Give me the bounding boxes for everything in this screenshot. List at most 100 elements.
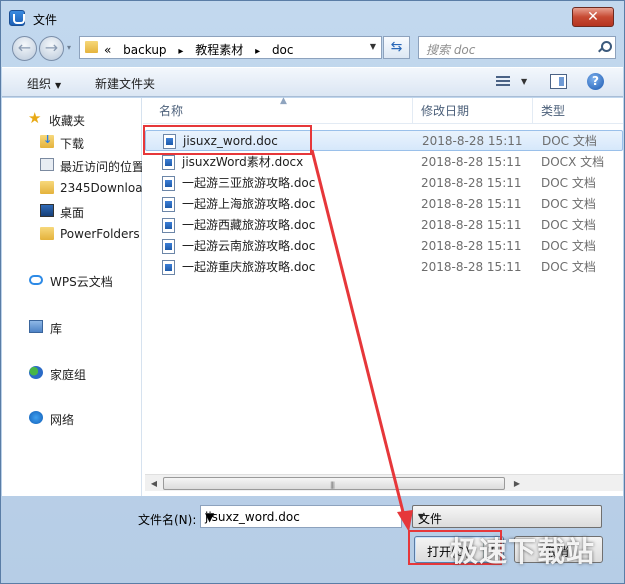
title-bar[interactable]: 文件 ✕ [1, 1, 624, 33]
word-doc-icon [162, 176, 175, 191]
breadcrumb: « backup ▸ 教程素材 ▸ doc [104, 41, 302, 58]
word-doc-icon [162, 239, 175, 254]
library-icon [29, 320, 43, 333]
folder-icon [40, 227, 54, 240]
new-folder-button[interactable]: 新建文件夹 [95, 75, 155, 92]
file-date: 2018-8-28 15:11 [421, 155, 522, 169]
file-name: jisuxzWord素材.docx [182, 155, 304, 169]
folder-icon [40, 181, 54, 194]
file-name: 一起游三亚旅游攻略.doc [182, 176, 316, 190]
filename-label: 文件名(N): [138, 513, 197, 527]
file-row[interactable]: 一起游上海旅游攻略.doc 2018-8-28 15:11 DOC 文档 [145, 194, 623, 215]
sidebar-item-label: PowerFolders [60, 227, 140, 241]
file-type: DOC 文档 [542, 134, 597, 148]
file-name: 一起游重庆旅游攻略.doc [182, 260, 316, 274]
file-row[interactable]: 一起游重庆旅游攻略.doc 2018-8-28 15:11 DOC 文档 [145, 257, 623, 278]
desktop-icon [40, 204, 54, 217]
filename-field[interactable]: jisuxz_word.doc ▼ [200, 505, 402, 528]
file-row[interactable]: 一起游西藏旅游攻略.doc 2018-8-28 15:11 DOC 文档 [145, 215, 623, 236]
file-type-filter[interactable]: 文件 ▼ [412, 505, 602, 528]
refresh-button[interactable]: ⇆ [383, 36, 410, 59]
chevron-down-icon: ▼ [55, 81, 62, 90]
address-history-dropdown[interactable]: ▼ [370, 42, 376, 51]
file-row[interactable]: 一起游云南旅游攻略.doc 2018-8-28 15:11 DOC 文档 [145, 236, 623, 257]
word-doc-icon [162, 155, 175, 170]
file-row[interactable]: 一起游三亚旅游攻略.doc 2018-8-28 15:11 DOC 文档 [145, 173, 623, 194]
highlight-selected-file [143, 125, 312, 155]
horizontal-scrollbar[interactable]: ◀ ||| ▶ [145, 474, 623, 491]
sidebar-item-desktop[interactable]: 桌面 [2, 200, 142, 222]
search-input[interactable]: 搜索 doc [426, 41, 475, 58]
window-title: 文件 [33, 13, 58, 27]
sidebar-item-label: 家庭组 [50, 368, 87, 382]
close-button[interactable]: ✕ [572, 7, 614, 27]
search-box[interactable]: 搜索 doc [418, 36, 616, 59]
view-options-icon[interactable] [496, 75, 512, 89]
word-doc-icon [162, 260, 175, 275]
help-icon[interactable]: ? [587, 73, 604, 90]
grip-icon: ||| [330, 481, 335, 489]
forward-button[interactable]: → [39, 36, 64, 61]
file-date: 2018-8-28 15:11 [421, 197, 522, 211]
cloud-icon [29, 275, 43, 285]
file-name: 一起游云南旅游攻略.doc [182, 239, 316, 253]
watermark: 极速下载站 [450, 535, 596, 568]
file-type: DOC 文档 [541, 197, 596, 211]
sidebar-item-favorites[interactable]: ★ 收藏夹 [2, 108, 142, 130]
sidebar-item-label: 2345Downloads [60, 181, 142, 195]
organize-label: 组织 [27, 77, 52, 91]
star-icon: ★ [28, 109, 42, 127]
sidebar-item-powerfolders[interactable]: PowerFolders [2, 223, 142, 245]
wps-app-icon [9, 10, 25, 26]
address-bar[interactable]: « backup ▸ 教程素材 ▸ doc ▼ [79, 36, 382, 59]
chevron-down-icon[interactable]: ▼ [205, 510, 395, 524]
sidebar-item-label: 网络 [50, 413, 75, 427]
breadcrumb-separator[interactable]: ▸ [178, 46, 183, 57]
organize-button[interactable]: 组织 ▼ [27, 75, 61, 92]
breadcrumb-separator[interactable]: ▸ [255, 46, 260, 57]
command-bar: 组织 ▼ 新建文件夹 ▼ ? [2, 67, 623, 97]
column-header: 名称 ▲ 修改日期 类型 [143, 96, 623, 124]
scrollbar-thumb[interactable]: ||| [163, 477, 505, 490]
file-date: 2018-8-28 15:11 [422, 134, 523, 148]
recent-places-icon [40, 158, 54, 171]
sidebar-item-library[interactable]: 库 [2, 316, 142, 338]
sidebar-item-2345downloads[interactable]: 2345Downloads [2, 177, 142, 199]
view-dropdown[interactable]: ▼ [521, 77, 527, 86]
sidebar-item-label: 桌面 [60, 206, 85, 220]
file-date: 2018-8-28 15:11 [421, 176, 522, 190]
sidebar-item-recent-places[interactable]: 最近访问的位置 [2, 154, 142, 176]
network-icon [29, 411, 43, 424]
sidebar-item-label: 下载 [60, 137, 85, 151]
column-type[interactable]: 类型 [533, 98, 623, 124]
breadcrumb-overflow[interactable]: « [104, 43, 111, 57]
sidebar-item-label: 库 [50, 322, 63, 336]
sidebar-item-label: WPS云文档 [50, 275, 113, 289]
breadcrumb-backup[interactable]: backup [123, 43, 166, 57]
file-name: 一起游西藏旅游攻略.doc [182, 218, 316, 232]
folder-icon [85, 41, 98, 53]
sidebar-item-wps-cloud[interactable]: WPS云文档 [2, 269, 142, 291]
scroll-right-icon[interactable]: ▶ [510, 477, 524, 490]
sidebar-item-homegroup[interactable]: 家庭组 [2, 362, 142, 384]
sidebar-item-label: 最近访问的位置 [60, 160, 142, 174]
navigation-pane: ★ 收藏夹 下载 最近访问的位置 2345Downloads 桌面 Pow [2, 98, 142, 496]
breadcrumb-doc[interactable]: doc [272, 43, 294, 57]
preview-pane-icon[interactable] [550, 74, 567, 89]
breadcrumb-tutorial-materials[interactable]: 教程素材 [195, 43, 243, 57]
file-name: 一起游上海旅游攻略.doc [182, 197, 316, 211]
scroll-left-icon[interactable]: ◀ [147, 477, 161, 490]
file-type: DOC 文档 [541, 260, 596, 274]
homegroup-icon [29, 366, 43, 379]
open-file-dialog: 文件 ✕ ← → ▾ « backup ▸ 教程素材 ▸ doc ▼ ⇆ 搜索 … [0, 0, 625, 584]
column-modified[interactable]: 修改日期 [413, 98, 533, 124]
recent-pages-dropdown[interactable]: ▾ [67, 43, 71, 52]
sidebar-item-network[interactable]: 网络 [2, 407, 142, 429]
file-row[interactable]: jisuxzWord素材.docx 2018-8-28 15:11 DOCX 文… [145, 152, 623, 173]
back-button[interactable]: ← [12, 36, 37, 61]
search-icon[interactable] [598, 41, 612, 53]
chevron-down-icon: ▼ [418, 512, 425, 521]
sidebar-item-downloads[interactable]: 下载 [2, 131, 142, 153]
file-type: DOCX 文档 [541, 155, 605, 169]
download-folder-icon [40, 133, 54, 148]
